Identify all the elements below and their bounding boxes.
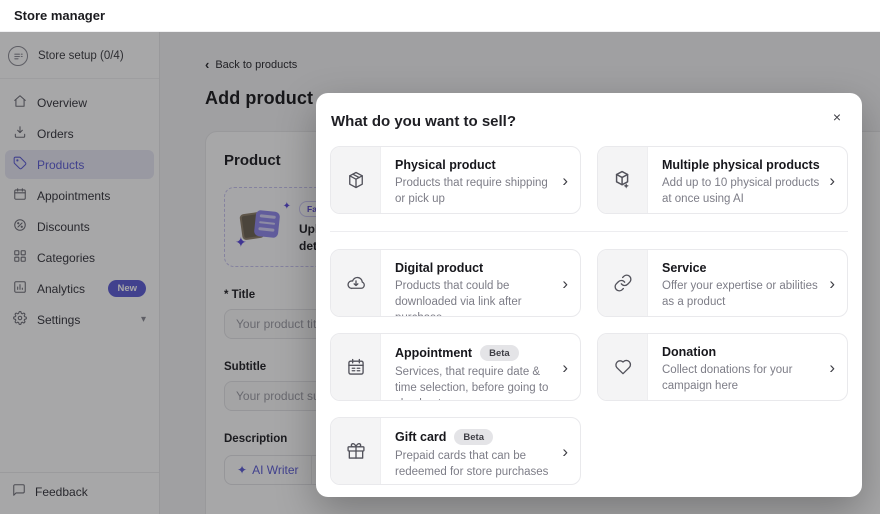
- option-title: Service: [662, 261, 707, 275]
- option-title: Physical product: [395, 158, 496, 172]
- beta-badge: Beta: [480, 345, 519, 361]
- beta-badge: Beta: [454, 429, 493, 445]
- option-service[interactable]: Service Offer your expertise or abilitie…: [597, 249, 848, 317]
- option-appointment[interactable]: Appointment Beta Services, that require …: [330, 333, 581, 401]
- chain-link-icon: [598, 250, 648, 316]
- gift-icon: [331, 418, 381, 484]
- app-title: Store manager: [14, 8, 106, 23]
- empty-grid-cell: [597, 417, 848, 485]
- option-gift-card[interactable]: Gift card Beta Prepaid cards that can be…: [330, 417, 581, 485]
- cloud-download-icon: [331, 250, 381, 316]
- modal-title: What do you want to sell?: [331, 113, 516, 130]
- top-header: Store manager: [0, 0, 880, 32]
- option-physical-product[interactable]: Physical product Products that require s…: [330, 146, 581, 214]
- option-description: Collect donations for your campaign here: [662, 364, 793, 393]
- option-title: Gift card: [395, 430, 447, 444]
- chevron-right-icon: ›: [562, 273, 568, 293]
- package-plus-icon: [598, 147, 648, 213]
- modal-row-divider: [330, 231, 848, 232]
- option-multiple-physical-products[interactable]: Multiple physical products Add up to 10 …: [597, 146, 848, 214]
- chevron-right-icon: ›: [829, 357, 835, 377]
- option-description: Prepaid cards that can be redeemed for s…: [395, 450, 549, 479]
- calendar-icon: [331, 334, 381, 400]
- option-description: Offer your expertise or abilities as a p…: [662, 280, 818, 309]
- option-title: Multiple physical products: [662, 158, 820, 172]
- option-description: Services, that require date & time selec…: [395, 366, 549, 400]
- option-donation[interactable]: Donation Collect donations for your camp…: [597, 333, 848, 401]
- option-digital-product[interactable]: Digital product Products that could be d…: [330, 249, 581, 317]
- option-title: Digital product: [395, 261, 484, 275]
- sell-type-modal: What do you want to sell? × Physical pro…: [316, 93, 862, 497]
- option-title: Donation: [662, 345, 717, 359]
- option-description: Products that could be downloaded via li…: [395, 280, 522, 316]
- sell-options-grid: Physical product Products that require s…: [330, 146, 848, 485]
- close-icon[interactable]: ×: [830, 107, 844, 127]
- chevron-right-icon: ›: [829, 273, 835, 293]
- chevron-right-icon: ›: [829, 170, 835, 190]
- option-description: Add up to 10 physical products at once u…: [662, 177, 820, 206]
- package-icon: [331, 147, 381, 213]
- chevron-right-icon: ›: [562, 441, 568, 461]
- heart-icon: [598, 334, 648, 400]
- chevron-right-icon: ›: [562, 170, 568, 190]
- option-description: Products that require shipping or pick u…: [395, 177, 548, 206]
- option-title: Appointment: [395, 346, 473, 360]
- chevron-right-icon: ›: [562, 357, 568, 377]
